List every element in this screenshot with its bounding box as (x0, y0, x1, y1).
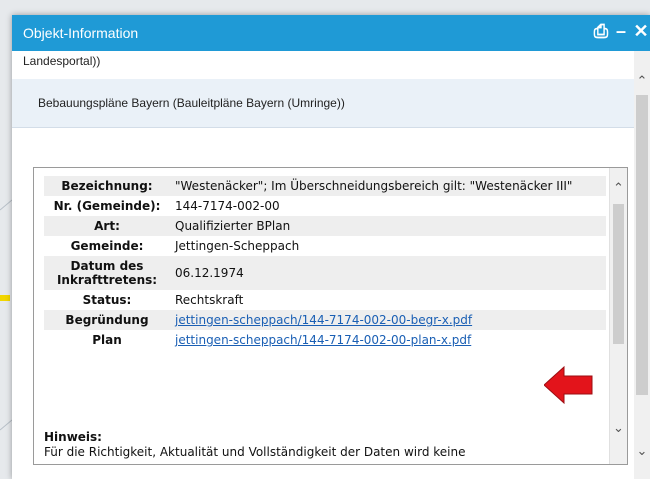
print-icon[interactable]: ⎙ (592, 21, 610, 42)
row-value: Rechtskraft (170, 290, 606, 310)
scroll-down-icon[interactable]: ⌄ (610, 420, 627, 436)
scroll-up-icon[interactable]: ⌃ (610, 180, 627, 196)
window-title: Objekt-Information (23, 25, 139, 41)
inner-scroll-thumb[interactable] (613, 204, 624, 344)
object-info-window: Objekt-Information ⎙ – ✕ Landesportal)) … (12, 15, 650, 479)
hint-text: Für die Richtigkeit, Aktualität und Voll… (44, 445, 466, 459)
window-content: Landesportal)) Bebauungspläne Bayern (Ba… (12, 51, 634, 479)
row-value: jettingen-scheppach/144-7174-002-00-plan… (170, 330, 606, 350)
table-row: Datum des Inkrafttretens: 06.12.1974 (44, 256, 606, 290)
table-row: Begründung jettingen-scheppach/144-7174-0… (44, 310, 606, 330)
table-row: Plan jettingen-scheppach/144-7174-002-00-… (44, 330, 606, 350)
table-row: Gemeinde: Jettingen-Scheppach (44, 236, 606, 256)
row-key: Plan (44, 330, 170, 350)
row-key: Begründung (44, 310, 170, 330)
section-title: Bebauungspläne Bayern (Bauleitpläne Baye… (38, 96, 345, 110)
table-row: Nr. (Gemeinde): 144-7174-002-00 (44, 196, 606, 216)
red-arrow-icon (544, 365, 593, 405)
previous-section-text: Landesportal)) (23, 54, 101, 68)
pdf-link[interactable]: jettingen-scheppach/144-7174-002-00-begr… (175, 313, 472, 327)
outer-scrollbar[interactable]: ⌃ ⌄ (634, 51, 650, 479)
row-key: Gemeinde: (44, 236, 170, 256)
inner-scrollbar[interactable]: ⌃ ⌄ (609, 168, 627, 464)
row-key: Datum des Inkrafttretens: (44, 256, 170, 290)
outer-scroll-down-icon[interactable]: ⌄ (635, 443, 649, 459)
minimize-icon[interactable]: – (612, 21, 630, 42)
close-icon[interactable]: ✕ (632, 21, 650, 42)
row-value: Jettingen-Scheppach (170, 236, 606, 256)
row-value: "Westenäcker"; Im Überschneidungsbereich… (170, 176, 606, 196)
row-key: Art: (44, 216, 170, 236)
row-key: Nr. (Gemeinde): (44, 196, 170, 216)
table-row: Bezeichnung: "Westenäcker"; Im Überschnei… (44, 176, 606, 196)
info-frame: Bezeichnung: "Westenäcker"; Im Überschnei… (33, 167, 628, 465)
pdf-link[interactable]: jettingen-scheppach/144-7174-002-00-plan… (175, 333, 471, 347)
hint-label: Hinweis: (44, 430, 102, 444)
row-value: jettingen-scheppach/144-7174-002-00-begr… (170, 310, 606, 330)
section-header: Bebauungspläne Bayern (Bauleitpläne Baye… (12, 79, 634, 128)
outer-scroll-up-icon[interactable]: ⌃ (635, 73, 649, 89)
row-value: 144-7174-002-00 (170, 196, 606, 216)
row-value: 06.12.1974 (170, 256, 606, 290)
outer-scroll-thumb[interactable] (636, 95, 648, 395)
row-key: Bezeichnung: (44, 176, 170, 196)
table-row: Art: Qualifizierter BPlan (44, 216, 606, 236)
row-key: Status: (44, 290, 170, 310)
info-table: Bezeichnung: "Westenäcker"; Im Überschnei… (44, 176, 606, 350)
row-value: Qualifizierter BPlan (170, 216, 606, 236)
table-row: Status: Rechtskraft (44, 290, 606, 310)
window-titlebar[interactable]: Objekt-Information ⎙ – ✕ (12, 15, 650, 51)
